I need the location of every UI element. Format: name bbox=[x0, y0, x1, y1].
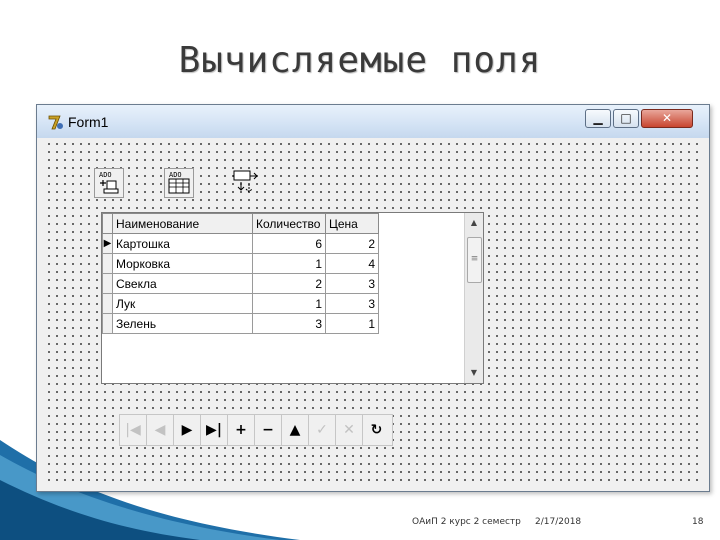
db-navigator: |◀ ◀ ▶ ▶| + − ▲ ✓ ✕ ↻ bbox=[119, 414, 393, 446]
window-title: Form1 bbox=[68, 114, 109, 130]
nav-post-icon[interactable]: ✓ bbox=[309, 415, 336, 445]
cell-name[interactable]: Зелень bbox=[112, 313, 253, 334]
column-header-qty[interactable]: Количество bbox=[252, 213, 326, 234]
scroll-thumb[interactable]: ≡ bbox=[467, 237, 482, 283]
table-row[interactable]: Лук 1 3 bbox=[102, 293, 379, 314]
nav-cancel-icon[interactable]: ✕ bbox=[336, 415, 363, 445]
nav-prior-icon[interactable]: ◀ bbox=[147, 415, 174, 445]
column-header-name[interactable]: Наименование bbox=[112, 213, 253, 234]
nav-next-icon[interactable]: ▶ bbox=[174, 415, 201, 445]
nav-edit-icon[interactable]: ▲ bbox=[282, 415, 309, 445]
table-row[interactable]: Зелень 3 1 bbox=[102, 313, 379, 334]
title-bar[interactable]: Form1 ▁ □ ✕ bbox=[37, 105, 709, 138]
row-indicator bbox=[102, 313, 113, 334]
db-grid[interactable]: Наименование Количество Цена ▶ Картошка … bbox=[101, 212, 484, 384]
ado-connection-icon[interactable]: ADO bbox=[94, 168, 124, 198]
table-row[interactable]: ▶ Картошка 6 2 bbox=[102, 233, 379, 254]
slide-title: Вычисляемые поля bbox=[178, 40, 542, 81]
maximize-button[interactable]: □ bbox=[613, 109, 639, 128]
nav-insert-icon[interactable]: + bbox=[228, 415, 255, 445]
column-header-price[interactable]: Цена bbox=[325, 213, 379, 234]
cell-name[interactable]: Лук bbox=[112, 293, 253, 314]
form-window: Form1 ▁ □ ✕ ADO ADO Наименование Количес… bbox=[36, 104, 710, 492]
datasource-icon[interactable] bbox=[231, 168, 261, 198]
grid-table: Наименование Количество Цена ▶ Картошка … bbox=[102, 213, 379, 334]
table-row[interactable]: Свекла 2 3 bbox=[102, 273, 379, 294]
footer-date: 2/17/2018 bbox=[535, 517, 582, 527]
cell-name[interactable]: Картошка bbox=[112, 233, 253, 254]
row-indicator bbox=[102, 273, 113, 294]
indicator-header bbox=[102, 213, 113, 234]
cell-price[interactable]: 1 bbox=[325, 313, 379, 334]
nav-delete-icon[interactable]: − bbox=[255, 415, 282, 445]
scroll-down-icon[interactable]: ▼ bbox=[465, 365, 483, 381]
table-row[interactable]: Морковка 1 4 bbox=[102, 253, 379, 274]
row-indicator bbox=[102, 293, 113, 314]
cell-qty[interactable]: 2 bbox=[252, 273, 326, 294]
vertical-scrollbar[interactable]: ▲ ≡ ▼ bbox=[464, 213, 483, 383]
cell-name[interactable]: Морковка bbox=[112, 253, 253, 274]
current-row-indicator-icon: ▶ bbox=[102, 233, 113, 254]
footer-course: ОАиП 2 курс 2 семестр bbox=[412, 517, 521, 527]
row-indicator bbox=[102, 253, 113, 274]
cell-qty[interactable]: 1 bbox=[252, 293, 326, 314]
footer-page-number: 18 bbox=[692, 517, 704, 527]
cell-price[interactable]: 3 bbox=[325, 293, 379, 314]
form-design-surface[interactable]: ADO ADO Наименование Количество Цена ▶ К… bbox=[43, 138, 702, 486]
delphi-app-icon bbox=[48, 115, 63, 130]
minimize-button[interactable]: ▁ bbox=[585, 109, 611, 128]
nav-first-icon[interactable]: |◀ bbox=[120, 415, 147, 445]
cell-qty[interactable]: 6 bbox=[252, 233, 326, 254]
cell-name[interactable]: Свекла bbox=[112, 273, 253, 294]
cell-qty[interactable]: 1 bbox=[252, 253, 326, 274]
cell-price[interactable]: 2 bbox=[325, 233, 379, 254]
cell-qty[interactable]: 3 bbox=[252, 313, 326, 334]
close-button[interactable]: ✕ bbox=[641, 109, 693, 128]
nav-refresh-icon[interactable]: ↻ bbox=[363, 415, 390, 445]
nav-last-icon[interactable]: ▶| bbox=[201, 415, 228, 445]
grid-header-row: Наименование Количество Цена bbox=[102, 213, 379, 234]
scroll-up-icon[interactable]: ▲ bbox=[465, 215, 483, 231]
cell-price[interactable]: 4 bbox=[325, 253, 379, 274]
ado-table-icon[interactable]: ADO bbox=[164, 168, 194, 198]
cell-price[interactable]: 3 bbox=[325, 273, 379, 294]
